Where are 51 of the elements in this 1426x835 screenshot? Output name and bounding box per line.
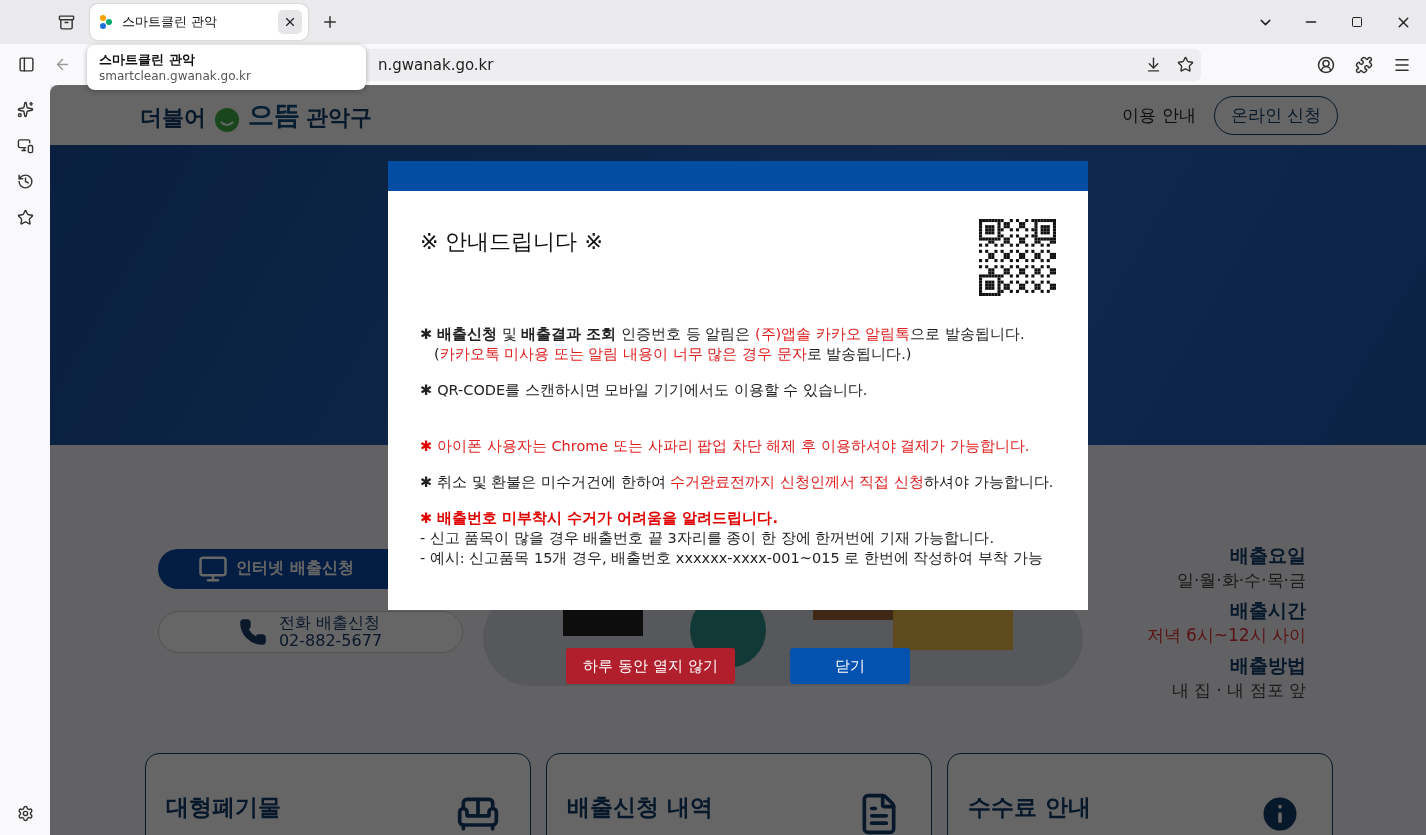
- schedule-heading: 배출요일: [1230, 543, 1306, 568]
- service-card[interactable]: 수수료 안내: [947, 753, 1333, 835]
- sidebar-toggle-icon[interactable]: [17, 56, 35, 73]
- card-title: 대형폐기물: [166, 793, 281, 822]
- account-icon[interactable]: [1317, 55, 1335, 74]
- schedule-heading: 배출방법: [1230, 653, 1306, 678]
- button-label: 02-882-5677: [278, 631, 383, 650]
- service-card[interactable]: 대형폐기물: [145, 753, 531, 835]
- site-favicon-icon: [98, 14, 114, 30]
- button-label: 전화 배출신청: [278, 613, 381, 632]
- notice-text: - 신고 품목이 많을 경우 배출번호 끝 3자리를 종이 한 장에 한꺼번에 기재 가능합니다.: [420, 529, 995, 548]
- browser-tab[interactable]: 스마트클린 관악: [90, 4, 308, 40]
- notice-text: ✱ 배출신청 및 배출결과 조회 인증번호 등 알림은 (주)앱솔 카카오 알림톡으로 발송됩니다.: [420, 325, 1026, 344]
- notice-text: ✱ QR-CODE를 스캔하시면 모바일 기기에서도 이용할 수 있습니다.: [420, 381, 869, 400]
- schedule-heading: 배출시간: [1230, 598, 1306, 623]
- bookmark-star-icon[interactable]: [1176, 56, 1194, 73]
- extensions-icon[interactable]: [1355, 55, 1373, 74]
- schedule-value: 일·월·화·수·목·금: [1176, 569, 1306, 592]
- smiley-logo-icon: [212, 106, 242, 133]
- card-title: 수수료 안내: [968, 793, 1091, 822]
- devices-icon[interactable]: [16, 136, 34, 154]
- new-tab-icon[interactable]: [321, 13, 339, 31]
- phone-apply-button[interactable]: 전화 배출신청 02-882-5677: [158, 610, 463, 653]
- schedule-value: 내 집 · 내 점포 앞: [1171, 679, 1306, 702]
- tab-list-icon[interactable]: [57, 13, 75, 31]
- star-icon[interactable]: [16, 208, 34, 226]
- service-card[interactable]: 배출신청 내역: [546, 753, 932, 835]
- settings-icon[interactable]: [16, 804, 34, 822]
- schedule-value: 저녁 6시~12시 사이: [1146, 624, 1306, 647]
- notice-text: ✱ 취소 및 환불은 미수거건에 한하여 수거완료전까지 신청인께서 직접 신청하셔야 가능합니다.: [420, 473, 1055, 492]
- dont-show-today-button[interactable]: 하루 동안 열지 않기: [566, 648, 735, 684]
- logo-text: 관악구: [306, 103, 372, 132]
- close-icon: [283, 15, 297, 29]
- button-label: 인터넷 배출신청: [236, 558, 354, 580]
- notice-text: ✱ 배출번호 미부착시 수거가 어려움을 알려드립니다.: [420, 509, 779, 528]
- dialog-title: ※ 안내드립니다 ※: [420, 228, 603, 256]
- logo-text: 더불어: [140, 103, 206, 132]
- close-dialog-button[interactable]: 닫기: [790, 648, 910, 684]
- history-icon[interactable]: [16, 172, 34, 190]
- close-tab-button[interactable]: [278, 10, 302, 34]
- card-title: 배출신청 내역: [567, 793, 713, 822]
- tab-title: 스마트클린 관악: [122, 13, 219, 31]
- logo-text: 으뜸: [248, 98, 300, 132]
- phone-icon: [238, 617, 267, 646]
- notice-text: (카카오톡 미사용 또는 알림 내용이 너무 많은 경우 문자로 발송됩니다.): [433, 345, 913, 364]
- tooltip-url: smartclean.gwanak.go.kr: [99, 69, 252, 83]
- nav-link[interactable]: 이용 안내: [1122, 103, 1196, 127]
- notice-text: ✱ 아이폰 사용자는 Chrome 또는 사파리 팝업 차단 해제 후 이용하셔야 결제가 가능합니다.: [420, 437, 1031, 456]
- maximize-icon[interactable]: [1351, 16, 1363, 28]
- sparkle-icon[interactable]: [16, 100, 34, 118]
- tooltip-title: 스마트클린 관악: [99, 51, 196, 69]
